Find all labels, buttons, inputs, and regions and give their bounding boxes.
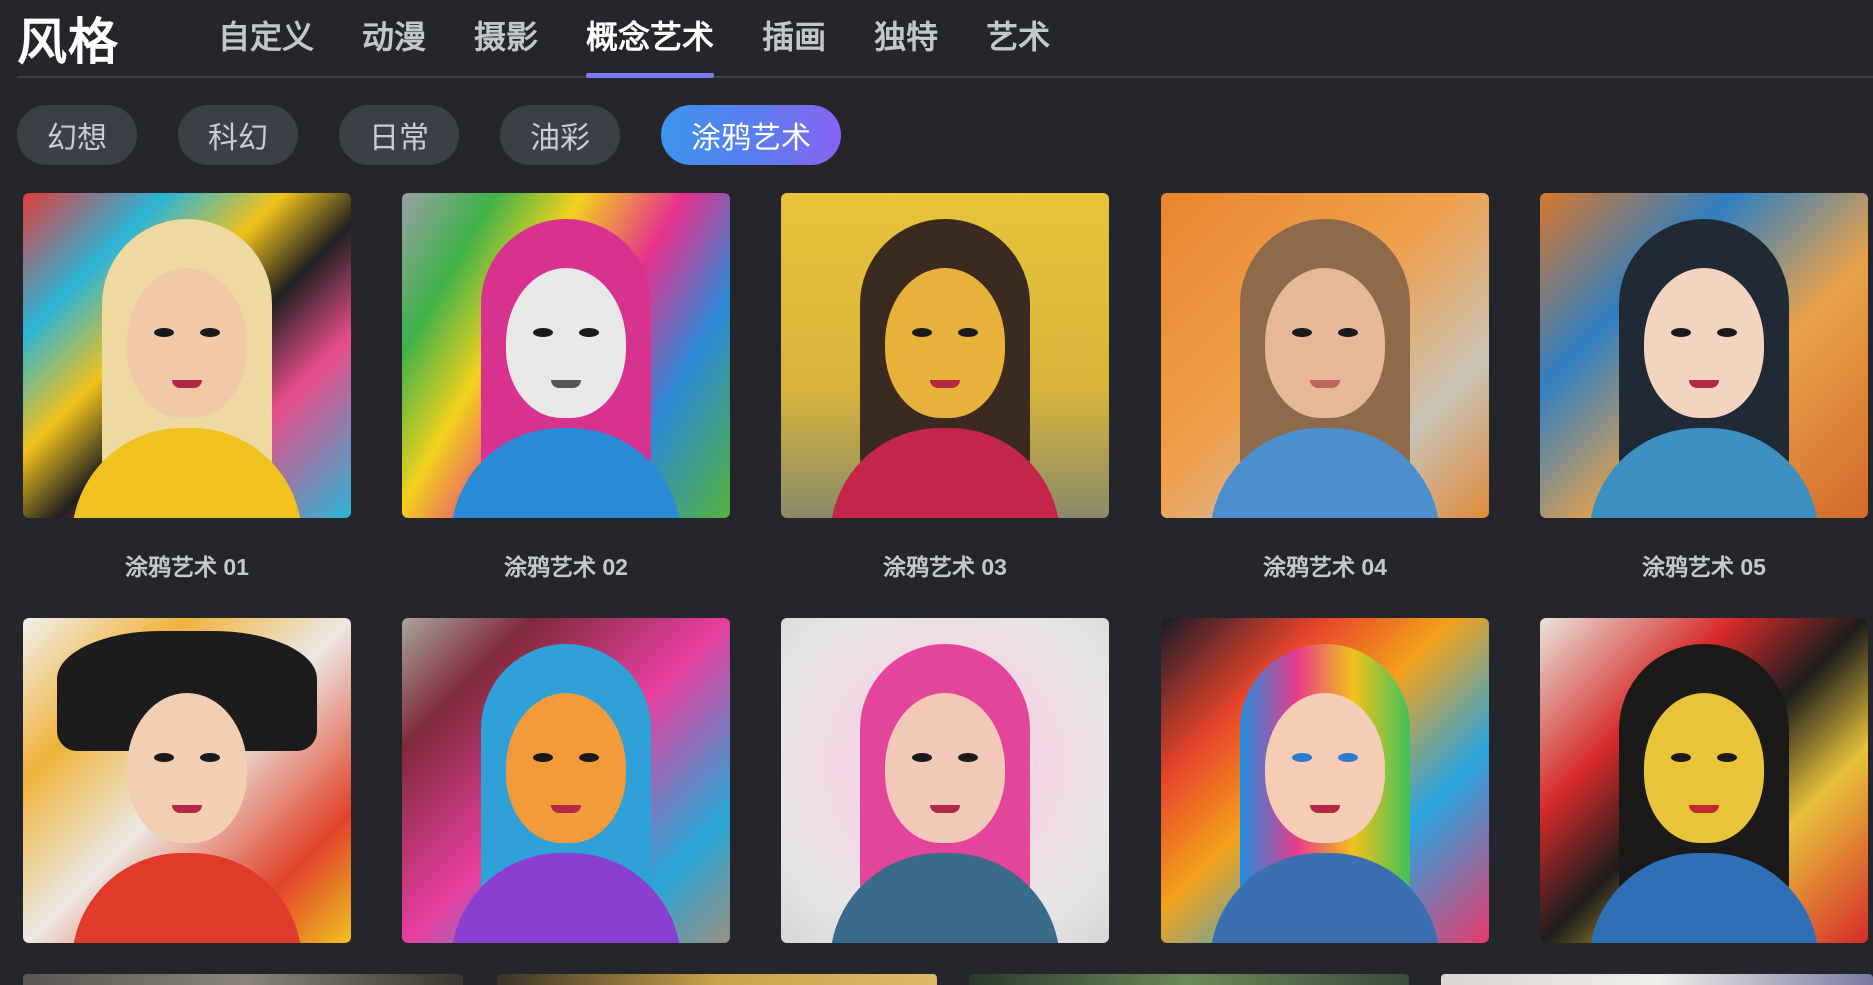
style-thumbnail[interactable] — [1540, 193, 1868, 518]
style-thumbnail[interactable] — [402, 193, 730, 518]
category-tabs: 自定义 动漫 摄影 概念艺术 插画 独特 艺术 — [194, 0, 1074, 78]
style-thumbnail[interactable] — [402, 618, 730, 943]
chip-graffiti-art[interactable]: 涂鸦艺术 — [661, 105, 841, 165]
style-card[interactable] — [1540, 618, 1868, 943]
page-title: 风格 — [17, 14, 119, 70]
tab-art[interactable]: 艺术 — [962, 0, 1074, 76]
tab-concept-art[interactable]: 概念艺术 — [562, 0, 738, 78]
tab-custom[interactable]: 自定义 — [194, 0, 338, 76]
chip-oil-paint[interactable]: 油彩 — [500, 105, 620, 165]
style-thumbnail[interactable] — [781, 618, 1109, 943]
style-thumbnail[interactable] — [781, 193, 1109, 518]
style-thumbnail[interactable] — [1540, 618, 1868, 943]
style-card[interactable] — [402, 618, 730, 943]
chip-scifi[interactable]: 科幻 — [178, 105, 298, 165]
style-caption: 涂鸦艺术 03 — [883, 554, 1007, 580]
style-caption: 涂鸦艺术 01 — [125, 554, 249, 580]
style-card[interactable]: 涂鸦艺术 05 — [1540, 193, 1868, 582]
partial-thumbnail[interactable] — [1441, 974, 1873, 985]
style-card[interactable] — [1161, 618, 1489, 943]
tab-photography[interactable]: 摄影 — [450, 0, 562, 76]
style-caption: 涂鸦艺术 05 — [1642, 554, 1766, 580]
style-caption: 涂鸦艺术 04 — [1263, 554, 1387, 580]
style-card[interactable]: 涂鸦艺术 03 — [781, 193, 1109, 582]
partial-thumbnail[interactable] — [23, 974, 463, 985]
style-card[interactable]: 涂鸦艺术 04 — [1161, 193, 1489, 582]
partial-thumbnail[interactable] — [969, 974, 1409, 985]
subcategory-chips: 幻想 科幻 日常 油彩 涂鸦艺术 — [17, 105, 841, 165]
tab-illustration[interactable]: 插画 — [738, 0, 850, 76]
header: 风格 自定义 动漫 摄影 概念艺术 插画 独特 艺术 — [17, 0, 1873, 78]
style-thumbnail[interactable] — [23, 618, 351, 943]
style-thumbnail[interactable] — [1161, 618, 1489, 943]
style-card[interactable] — [781, 618, 1109, 943]
tab-unique[interactable]: 独特 — [850, 0, 962, 76]
tab-anime[interactable]: 动漫 — [338, 0, 450, 76]
style-thumbnail[interactable] — [1161, 193, 1489, 518]
chip-fantasy[interactable]: 幻想 — [17, 105, 137, 165]
chip-daily[interactable]: 日常 — [339, 105, 459, 165]
style-thumbnail[interactable] — [23, 193, 351, 518]
style-card[interactable]: 涂鸦艺术 01 — [23, 193, 351, 582]
partial-thumbnail[interactable] — [497, 974, 937, 985]
style-picker-panel: 风格 自定义 动漫 摄影 概念艺术 插画 独特 艺术 幻想 科幻 日常 油彩 涂… — [0, 0, 1873, 985]
style-card[interactable]: 涂鸦艺术 02 — [402, 193, 730, 582]
style-caption: 涂鸦艺术 02 — [504, 554, 628, 580]
style-card[interactable] — [23, 618, 351, 943]
